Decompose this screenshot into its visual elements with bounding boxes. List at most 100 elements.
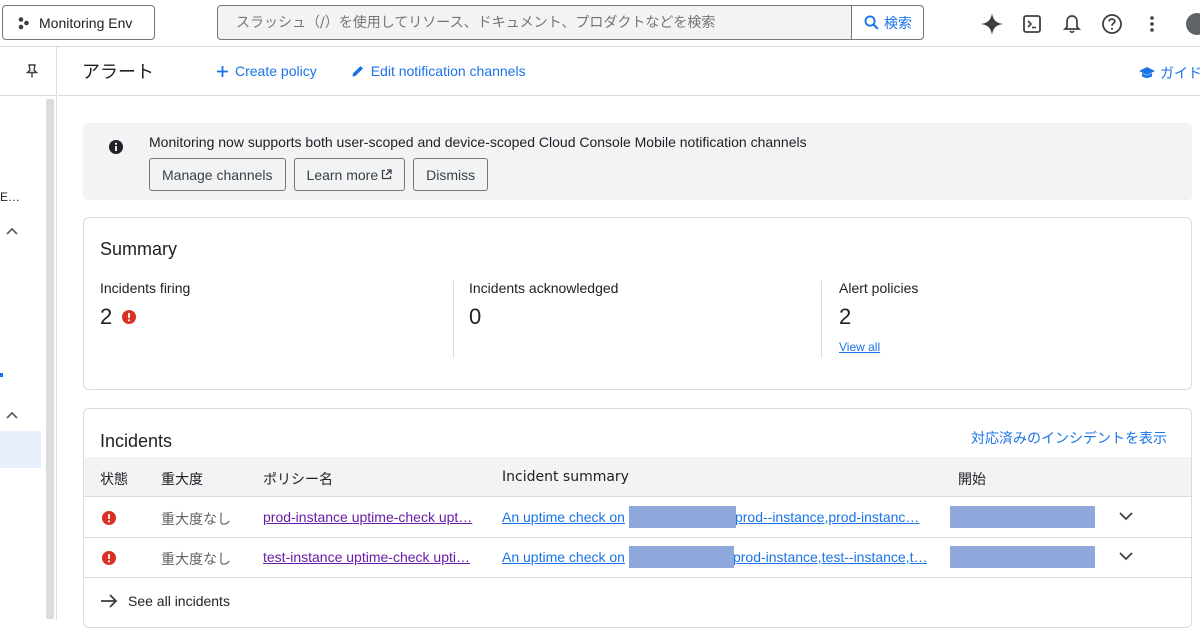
manage-channels-button[interactable]: Manage channels bbox=[149, 158, 286, 191]
avatar[interactable] bbox=[1186, 12, 1200, 35]
column-header-summary[interactable]: Incident summary bbox=[502, 469, 629, 485]
search-input[interactable] bbox=[218, 6, 851, 39]
project-name: Monitoring Env bbox=[39, 14, 133, 31]
bell-icon bbox=[1062, 14, 1082, 33]
create-policy-label: Create policy bbox=[235, 63, 317, 79]
top-toolbar bbox=[972, 0, 1200, 47]
divider bbox=[821, 281, 822, 358]
guide-label: ガイド bbox=[1160, 66, 1200, 82]
nav-item-fragment[interactable]: E… bbox=[0, 190, 20, 204]
create-policy-button[interactable]: Create policy bbox=[216, 63, 317, 79]
metric-value: 0 bbox=[469, 304, 618, 330]
gemini-button[interactable] bbox=[972, 4, 1012, 44]
manage-channels-label: Manage channels bbox=[162, 166, 273, 183]
column-header-policy[interactable]: ポリシー名 bbox=[263, 469, 333, 489]
see-all-incidents-label: See all incidents bbox=[128, 593, 230, 609]
incidents-card: Incidents 対応済みのインシデントを表示 状態 重大度 ポリシー名 In… bbox=[83, 408, 1192, 628]
see-all-incidents-link[interactable]: See all incidents bbox=[100, 593, 230, 609]
metric-label: Alert policies bbox=[839, 280, 919, 296]
top-bar: Monitoring Env 検索 bbox=[0, 0, 1200, 47]
summary-end: prod--instance,prod-instanc… bbox=[734, 509, 920, 525]
guide-button[interactable]: ガイド bbox=[1138, 63, 1200, 83]
column-header-started[interactable]: 開始 bbox=[958, 469, 986, 489]
nav-active-marker bbox=[0, 373, 3, 377]
incidents-acknowledged-count: 0 bbox=[469, 304, 482, 329]
help-icon bbox=[1102, 13, 1122, 34]
summary-title: Summary bbox=[100, 239, 178, 259]
search-button[interactable]: 検索 bbox=[851, 6, 923, 39]
error-icon bbox=[102, 511, 116, 525]
page-header: アラート Create policy Edit notification cha… bbox=[58, 47, 1200, 96]
help-button[interactable] bbox=[1092, 4, 1132, 44]
redacted-start-time bbox=[950, 506, 1095, 528]
pencil-icon bbox=[352, 66, 363, 77]
summary-end: prod-instance,test--instance,t… bbox=[732, 549, 927, 565]
summary-card: Summary Incidents firing 2 Incidents ack… bbox=[83, 217, 1192, 390]
incidents-title: Incidents bbox=[100, 431, 173, 451]
severity-cell: 重大度なし bbox=[161, 552, 231, 568]
arrow-right-icon bbox=[101, 594, 118, 608]
incidents-firing-metric: Incidents firing 2 bbox=[100, 280, 190, 360]
left-nav: E… bbox=[0, 47, 57, 620]
redacted-start-time bbox=[950, 546, 1095, 568]
page-title: アラート bbox=[82, 62, 154, 83]
notifications-button[interactable] bbox=[1052, 4, 1092, 44]
pin-icon[interactable] bbox=[26, 64, 38, 78]
project-picker-button[interactable]: Monitoring Env bbox=[2, 5, 155, 40]
redacted-region bbox=[629, 546, 734, 568]
error-icon bbox=[102, 551, 116, 565]
info-banner: Monitoring now supports both user-scoped… bbox=[83, 123, 1192, 200]
sparkle-icon bbox=[981, 12, 1003, 35]
dismiss-button[interactable]: Dismiss bbox=[413, 158, 489, 191]
summary-start: An uptime check on bbox=[502, 509, 625, 525]
table-header: 状態 重大度 ポリシー名 Incident summary 開始 bbox=[84, 457, 1191, 497]
incidents-firing-count: 2 bbox=[100, 304, 113, 329]
policy-link[interactable]: prod-instance uptime-check upt… bbox=[263, 509, 473, 525]
view-all-link[interactable]: View all bbox=[839, 340, 918, 354]
alert-policies-count: 2 bbox=[839, 304, 852, 329]
plus-icon bbox=[217, 65, 228, 77]
learn-more-button[interactable]: Learn more bbox=[293, 158, 406, 191]
cloud-shell-icon bbox=[1023, 14, 1041, 33]
metric-value: 2 bbox=[100, 304, 190, 330]
severity-cell: 重大度なし bbox=[161, 512, 231, 528]
incidents-acknowledged-metric: Incidents acknowledged 0 bbox=[469, 280, 618, 360]
metric-label: Incidents acknowledged bbox=[469, 280, 619, 296]
more-options-button[interactable] bbox=[1132, 4, 1172, 44]
nav-header bbox=[0, 47, 56, 96]
dismiss-label: Dismiss bbox=[426, 166, 476, 183]
chevron-up-icon[interactable] bbox=[6, 411, 18, 419]
search-button-label: 検索 bbox=[884, 15, 912, 32]
cloud-shell-button[interactable] bbox=[1012, 4, 1052, 44]
metric-label: Incidents firing bbox=[100, 280, 191, 296]
chevron-down-icon[interactable] bbox=[1118, 548, 1134, 564]
show-resolved-incidents-link[interactable]: 対応済みのインシデントを表示 bbox=[971, 428, 1167, 448]
info-icon bbox=[109, 140, 123, 154]
summary-start: An uptime check on bbox=[502, 549, 625, 565]
error-icon bbox=[122, 310, 137, 324]
metric-value: 2 bbox=[839, 304, 918, 330]
open-in-new-icon bbox=[381, 169, 392, 180]
chevron-down-icon[interactable] bbox=[1118, 508, 1134, 524]
redacted-region bbox=[629, 506, 736, 528]
search-bar: 検索 bbox=[217, 5, 924, 40]
policy-link[interactable]: test-instance uptime-check upti… bbox=[263, 549, 473, 565]
column-header-severity[interactable]: 重大度 bbox=[161, 469, 203, 489]
table-row[interactable]: 重大度なし test-instance uptime-check upti… A… bbox=[84, 538, 1191, 578]
search-icon bbox=[864, 15, 879, 30]
edit-notification-channels-button[interactable]: Edit notification channels bbox=[351, 63, 526, 79]
banner-actions: Manage channels Learn more Dismiss bbox=[149, 158, 489, 191]
banner-message: Monitoring now supports both user-scoped… bbox=[149, 134, 807, 150]
chevron-up-icon[interactable] bbox=[6, 227, 18, 235]
divider bbox=[453, 281, 454, 358]
alert-policies-metric: Alert policies 2 View all bbox=[839, 280, 918, 360]
nav-scrollbar[interactable] bbox=[46, 99, 54, 619]
learn-more-label: Learn more bbox=[306, 166, 379, 183]
nav-item-selected[interactable] bbox=[0, 431, 41, 468]
school-icon bbox=[1139, 67, 1155, 78]
edit-channels-label: Edit notification channels bbox=[370, 63, 526, 79]
more-vert-icon bbox=[1150, 15, 1154, 32]
project-nodes-icon bbox=[18, 16, 29, 29]
column-header-status[interactable]: 状態 bbox=[100, 469, 128, 489]
table-row[interactable]: 重大度なし prod-instance uptime-check upt… An… bbox=[84, 498, 1191, 538]
